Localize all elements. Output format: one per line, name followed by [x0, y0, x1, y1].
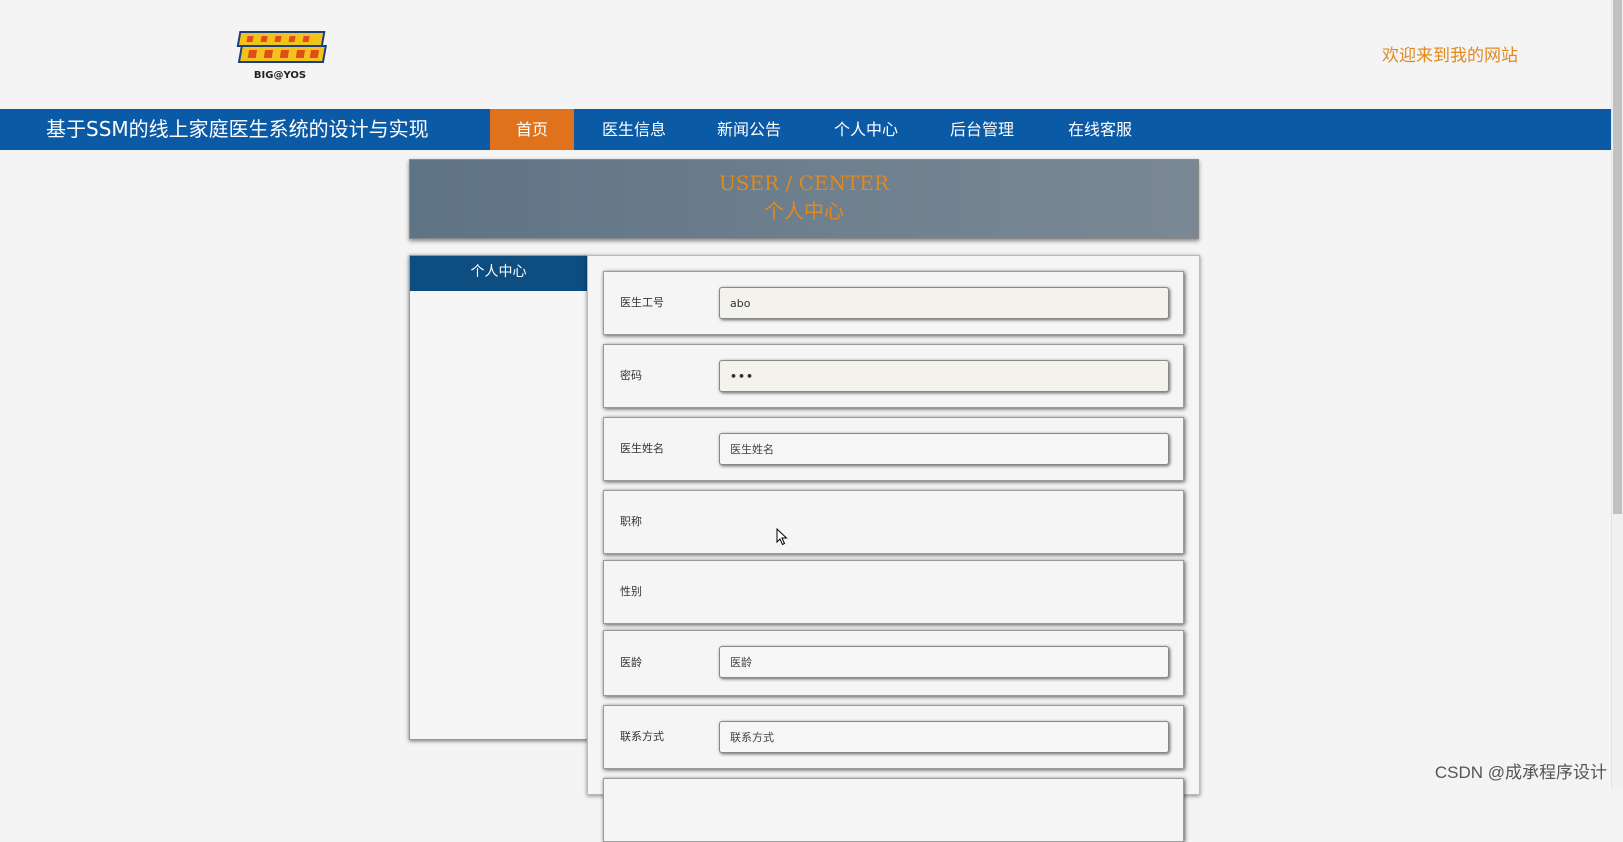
contact-input[interactable]: [719, 721, 1169, 753]
sidebar-item-user-center[interactable]: 个人中心: [410, 256, 587, 291]
title-label: 职称: [620, 515, 642, 528]
page-scrollbar[interactable]: [1611, 0, 1623, 789]
welcome-text: 欢迎来到我的网站: [1382, 46, 1518, 66]
form-row-doctor-name: 医生姓名: [603, 417, 1184, 481]
nav-user-center[interactable]: 个人中心: [822, 109, 910, 150]
nav-home[interactable]: 首页: [490, 109, 574, 150]
mouse-cursor-icon: [776, 528, 788, 546]
doctor-name-label: 医生姓名: [620, 442, 664, 455]
form-row-next: [603, 778, 1184, 842]
form-row-doctor-id: 医生工号: [603, 271, 1184, 335]
form-row-experience: 医龄: [603, 630, 1184, 696]
page-banner: USER / CENTER 个人中心: [409, 159, 1199, 239]
banner-title-cn: 个人中心: [764, 199, 844, 223]
nav-doctor-info[interactable]: 医生信息: [590, 109, 678, 150]
logo-text: BIG@YOS: [254, 70, 306, 81]
form-row-gender: 性别: [603, 560, 1184, 624]
site-title: 基于SSM的线上家庭医生系统的设计与实现: [46, 117, 429, 141]
main-nav: 基于SSM的线上家庭医生系统的设计与实现 首页 医生信息 新闻公告 个人中心 后…: [0, 109, 1612, 150]
nav-news[interactable]: 新闻公告: [705, 109, 793, 150]
site-logo[interactable]: BIG@YOS: [227, 28, 333, 82]
nav-admin[interactable]: 后台管理: [938, 109, 1026, 150]
doctor-id-label: 医生工号: [620, 296, 664, 309]
doctor-id-input[interactable]: [719, 287, 1169, 319]
nav-online-service[interactable]: 在线客服: [1056, 109, 1144, 150]
experience-input[interactable]: [719, 646, 1169, 678]
scrollbar-thumb[interactable]: [1613, 0, 1622, 514]
profile-form: 医生工号 密码 医生姓名 职称 性别 医龄 联系方式: [587, 255, 1200, 842]
experience-label: 医龄: [620, 656, 642, 669]
doctor-name-input[interactable]: [719, 433, 1169, 465]
banner-title-en: USER / CENTER: [718, 171, 890, 195]
form-row-title: 职称: [603, 490, 1184, 554]
watermark: CSDN @成承程序设计: [1434, 763, 1607, 782]
sidebar: 个人中心: [409, 255, 588, 740]
gender-label: 性别: [620, 585, 642, 598]
form-row-contact: 联系方式: [603, 705, 1184, 769]
password-label: 密码: [620, 369, 642, 382]
password-input[interactable]: [719, 360, 1169, 392]
top-header: BIG@YOS 欢迎来到我的网站: [0, 0, 1612, 109]
contact-label: 联系方式: [620, 730, 664, 743]
form-row-password: 密码: [603, 344, 1184, 408]
